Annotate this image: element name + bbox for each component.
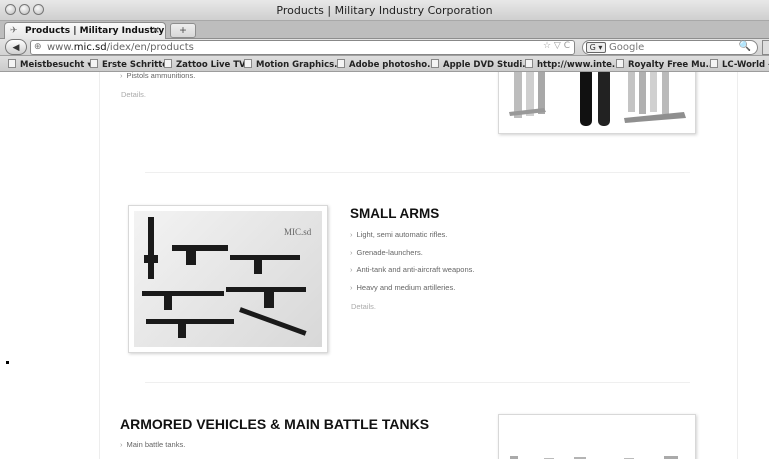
tab-close-icon[interactable]: × xyxy=(152,25,160,36)
url-prefix: www. xyxy=(47,42,74,53)
section-divider xyxy=(145,172,690,173)
bookmark-icon xyxy=(90,59,98,68)
tab-products[interactable]: ✈ Products | Military Industry Cor... × xyxy=(4,22,166,39)
section-title-armored-vehicles: ARMORED VEHICLES & MAIN BATTLE TANKS xyxy=(120,416,430,432)
globe-icon: ⊕ xyxy=(34,42,42,52)
bookmark-item[interactable]: LC-World – xyxy=(710,59,769,70)
list-item: Heavy and medium artilleries. xyxy=(350,283,456,293)
bookmark-icon xyxy=(164,59,172,68)
tab-strip: ✈ Products | Military Industry Cor... × … xyxy=(0,21,769,39)
bookmark-icon xyxy=(525,59,533,68)
favicon-icon: ✈ xyxy=(10,26,18,36)
list-item: Anti-tank and anti-aircraft weapons. xyxy=(350,265,475,275)
url-host: mic.sd xyxy=(73,42,107,53)
tab-label: Products | Military Industry Cor... xyxy=(25,26,165,36)
search-engine-icon[interactable]: G ▾ xyxy=(586,42,606,53)
back-button[interactable]: ◀ xyxy=(5,39,27,55)
url-tools-icons[interactable]: ☆ ▽ C xyxy=(543,41,570,51)
list-item: Grenade-launchers. xyxy=(350,248,423,258)
list-item: Main battle tanks. xyxy=(120,440,186,450)
new-tab-button[interactable]: + xyxy=(170,23,196,38)
small-arms-image: MIC.sd xyxy=(134,211,322,347)
bookmark-item[interactable]: Zattoo Live TV! xyxy=(164,59,250,70)
bookmark-icon xyxy=(710,59,718,68)
search-icon[interactable]: 🔍 xyxy=(739,41,751,52)
mic-watermark: MIC.sd xyxy=(284,227,312,237)
list-item: Pistols ammunitions. xyxy=(120,72,196,81)
web-page: Pistols ammunitions. Details. xyxy=(0,72,769,459)
tanks-image xyxy=(504,420,690,459)
list-item: Light, semi automatic rifles. xyxy=(350,230,448,240)
bookmark-item[interactable]: Royalty Free Mu... xyxy=(616,59,715,70)
bookmark-item[interactable]: Erste Schritte xyxy=(90,59,168,70)
url-bar[interactable]: ⊕ www.mic.sd/idex/en/products ☆ ▽ C xyxy=(30,40,575,55)
details-link[interactable]: Details. xyxy=(121,90,146,99)
toolbar-overflow-button[interactable] xyxy=(762,40,769,55)
mouse-cursor xyxy=(6,361,9,364)
details-link[interactable]: Details. xyxy=(351,302,376,311)
search-placeholder: Google xyxy=(609,42,645,53)
bookmark-icon xyxy=(244,59,252,68)
bookmark-item[interactable]: Apple DVD Studi... xyxy=(431,59,532,70)
tanks-photo xyxy=(498,414,696,459)
navigation-toolbar: ◀ ⊕ www.mic.sd/idex/en/products ☆ ▽ C G … xyxy=(0,39,769,56)
section-title-small-arms: SMALL ARMS xyxy=(350,206,440,221)
bookmarks-bar: Meistbesucht ▾ Erste Schritte Zattoo Liv… xyxy=(0,56,769,72)
url-path: /idex/en/products xyxy=(106,42,194,53)
small-arms-photo: MIC.sd xyxy=(128,205,328,353)
bookmark-item[interactable]: Meistbesucht ▾ xyxy=(8,59,92,70)
bookmark-item[interactable]: Motion Graphics... xyxy=(244,59,344,70)
window-title: Products | Military Industry Corporation xyxy=(276,4,493,17)
bookmark-icon xyxy=(431,59,439,68)
ammunition-image xyxy=(504,72,690,128)
bookmark-icon xyxy=(616,59,624,68)
window-titlebar: Products | Military Industry Corporation xyxy=(0,0,769,21)
section-divider xyxy=(145,382,690,383)
bookmark-item[interactable]: http://www.inte... xyxy=(525,59,622,70)
bookmark-icon xyxy=(337,59,345,68)
bookmark-item[interactable]: Adobe photosho... xyxy=(337,59,437,70)
ammunition-icon xyxy=(509,72,686,126)
tank-icon xyxy=(510,456,678,459)
rifles-icon: MIC.sd xyxy=(142,217,312,338)
ammunition-photo xyxy=(498,72,696,134)
bookmark-folder-icon xyxy=(8,59,16,68)
search-input[interactable]: G ▾ Google 🔍 xyxy=(582,40,758,55)
